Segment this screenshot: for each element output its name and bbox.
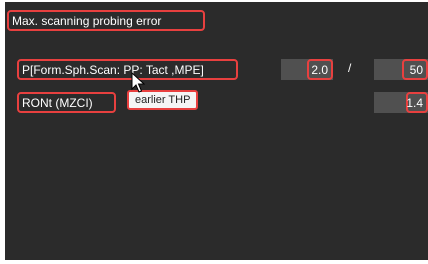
limit-field-form-sph-scan[interactable]: 50: [374, 59, 428, 80]
tooltip-text: earlier THP: [135, 94, 191, 106]
row-label-text: P[Form.Sph.Scan: PP: Tact ,MPE]: [22, 62, 204, 77]
value-field-form-sph-scan[interactable]: 2.0: [281, 59, 333, 80]
mouse-pointer-icon: [131, 72, 145, 93]
panel-title: Max. scanning probing error: [7, 10, 205, 31]
value-field-ront-mzci[interactable]: 1.4: [374, 92, 428, 113]
panel-title-text: Max. scanning probing error: [12, 13, 162, 28]
value-text-form-sph-scan: 2.0: [307, 59, 333, 80]
value-separator: /: [348, 61, 352, 75]
row-label-form-sph-scan: P[Form.Sph.Scan: PP: Tact ,MPE]: [17, 59, 238, 80]
value-text-ront-mzci: 1.4: [406, 92, 428, 113]
limit-text-form-sph-scan: 50: [402, 59, 428, 80]
probing-error-panel: Max. scanning probing error P[Form.Sph.S…: [5, 2, 428, 260]
row-label-text: RONt (MZCI): [22, 95, 93, 110]
row-label-ront-mzci: RONt (MZCI): [17, 92, 116, 113]
